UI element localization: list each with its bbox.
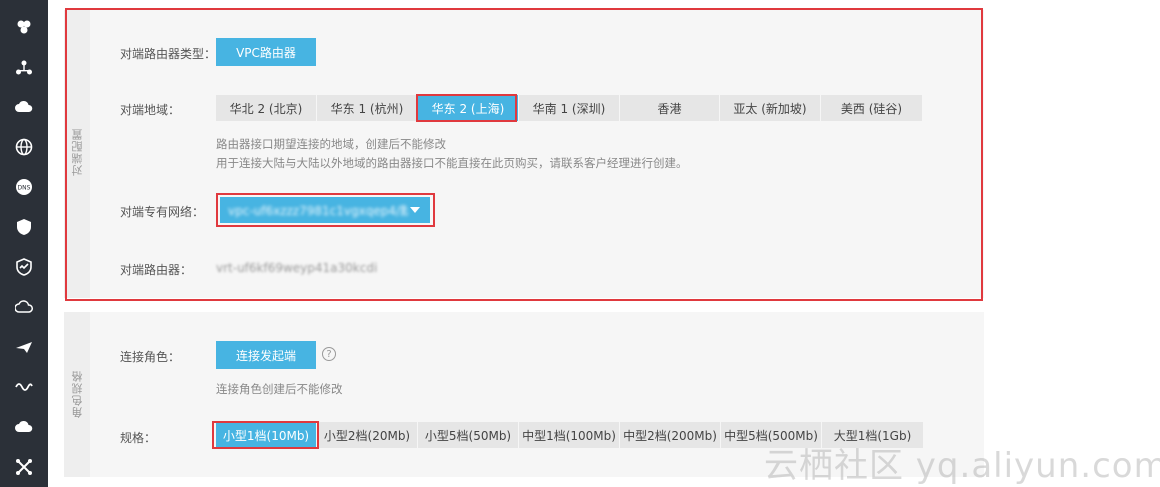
help-icon[interactable]: ? [322, 347, 336, 361]
selected-region-highlight [416, 94, 517, 122]
region-option[interactable]: 香港 [620, 95, 720, 121]
role-initiator-button[interactable]: 连接发起端 [216, 341, 316, 369]
router-type-label: 对端路由器类型： [120, 47, 217, 61]
region-hint: 路由器接口期望连接的地域，创建后不能修改 [216, 137, 446, 151]
region-selector: 华北 2 (北京) 华东 1 (杭州) 华东 2 (上海) 华南 1 (深圳) … [216, 95, 922, 121]
network-icon[interactable] [14, 58, 34, 78]
cloud-icon[interactable] [14, 297, 34, 317]
router-value: vrt-uf6kf69weyp41a30kcdi [216, 261, 378, 275]
spec-option[interactable]: 中型2档(200Mb) [620, 422, 721, 448]
monitor-icon[interactable] [14, 257, 34, 277]
cluster-icon[interactable] [14, 17, 34, 37]
cloud-upload-icon[interactable] [14, 97, 34, 117]
sidebar: DNS [0, 0, 48, 487]
cloud-share-icon[interactable] [14, 417, 34, 437]
region-option[interactable]: 华南 1 (深圳) [519, 95, 620, 121]
svg-text:DNS: DNS [18, 185, 31, 192]
region-hint-secondary: 用于连接大陆与大陆以外地域的路由器接口不能直接在此页购买，请联系客户经理进行创建… [216, 156, 688, 170]
spec-option[interactable]: 小型5档(50Mb) [418, 422, 519, 448]
watermark: 云栖社区 yq.aliyun.com [764, 446, 1160, 486]
router-label: 对端路由器： [120, 263, 193, 277]
dns-icon[interactable]: DNS [14, 177, 34, 197]
spec-option[interactable]: 小型2档(20Mb) [317, 422, 418, 448]
globe-icon[interactable] [14, 137, 34, 157]
vpc-label: 对端专有网络： [120, 205, 205, 219]
region-option[interactable]: 亚太 (新加坡) [720, 95, 821, 121]
wave-icon[interactable] [14, 377, 34, 397]
cross-icon[interactable] [14, 457, 34, 477]
region-option[interactable]: 华东 1 (杭州) [317, 95, 418, 121]
router-type-button[interactable]: VPC路由器 [216, 38, 316, 66]
region-label: 对端地域： [120, 103, 181, 117]
role-spec-section-tab: 角色规格 [64, 312, 90, 477]
region-option[interactable]: 华北 2 (北京) [216, 95, 317, 121]
shield-icon[interactable] [14, 217, 34, 237]
role-spec-section-label: 角色规格 [71, 370, 84, 418]
region-option[interactable]: 美西 (硅谷) [821, 95, 922, 121]
plane-icon[interactable] [14, 337, 34, 357]
spec-label: 规格： [120, 431, 157, 445]
spec-option[interactable]: 中型1档(100Mb) [519, 422, 620, 448]
role-hint: 连接角色创建后不能修改 [216, 382, 343, 396]
selected-spec-highlight [212, 421, 319, 449]
role-label: 连接角色： [120, 350, 181, 364]
vpc-select-highlight [216, 193, 435, 227]
